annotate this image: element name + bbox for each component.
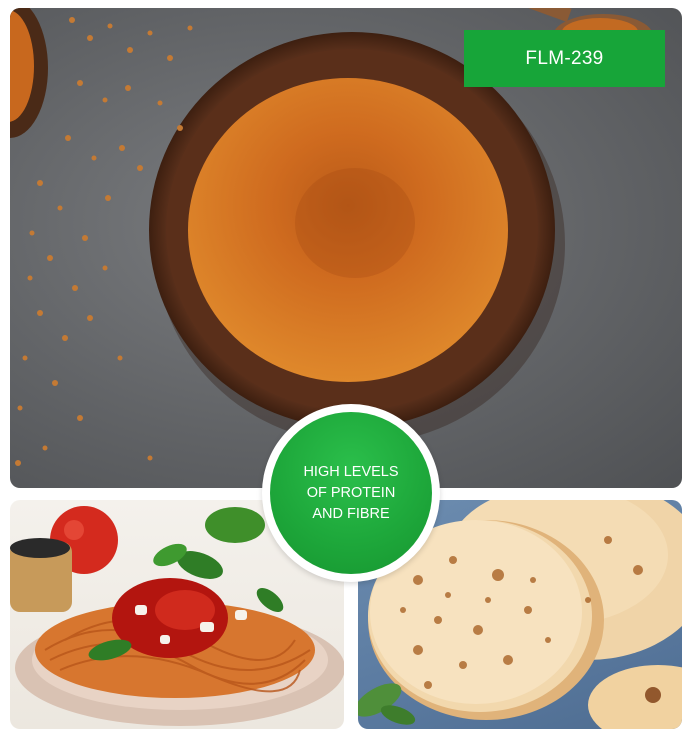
product-code-badge: FLM-239 [464,30,665,87]
claim-line-1: HIGH LEVELS [303,463,399,480]
flatbread-front [588,665,682,729]
product-code: FLM-239 [525,47,604,69]
protein-fibre-badge-inner: HIGH LEVELS OF PROTEIN AND FIBRE [270,412,432,574]
protein-fibre-badge: HIGH LEVELS OF PROTEIN AND FIBRE [262,404,440,582]
claim-line-3: AND FIBRE [312,505,390,522]
claim-line-2: OF PROTEIN [306,484,396,501]
